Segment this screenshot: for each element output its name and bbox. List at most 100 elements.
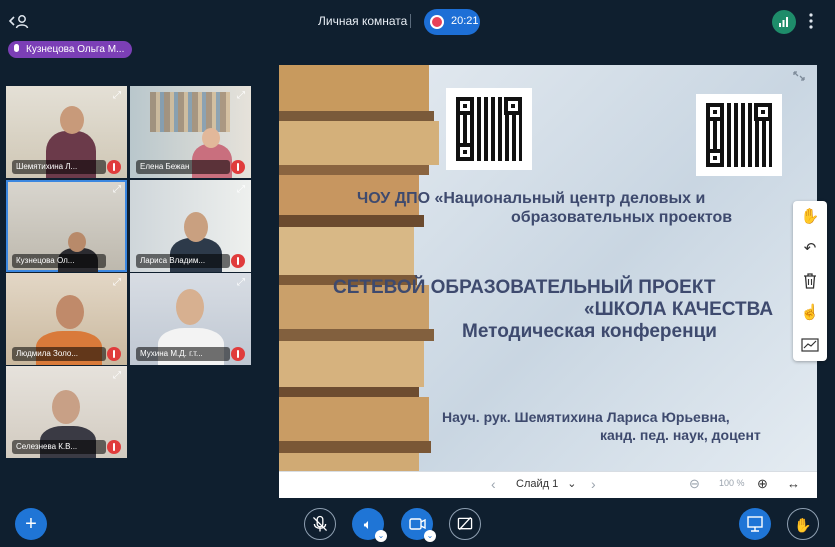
chevron-left-icon: ‹ [491,476,496,492]
qr-code-right [696,94,782,176]
annotation-toolbar: ✋ ↶ ☝ [793,201,827,361]
slide-navigation-bar: ‹ Слайд 1 ⌄ › ⊖ 100 % ⊕ ↔ [279,471,817,498]
expand-icon [793,71,805,81]
undo-button[interactable]: ↶ [793,233,827,265]
pen-line-icon [801,338,819,352]
slide-project-line1: СЕТЕВОЙ ОБРАЗОВАТЕЛЬНЫЙ ПРОЕКТ [333,277,716,298]
pointer-tool-button[interactable]: ☝ [793,297,827,329]
audio-button[interactable]: 🔈︎ ⌄ [352,508,387,542]
participant-tile[interactable]: ⤢ Мухина М.Д. г.т... [130,273,251,365]
mic-off-icon [312,515,328,532]
minus-circle-icon: ⊖ [689,476,700,491]
zoom-in-button[interactable]: ⊕ [757,476,768,492]
expand-icon[interactable]: ⤢ [235,90,247,102]
participant-name: Мухина М.Д. г.т... [136,347,230,361]
participant-face [202,128,220,148]
participant-name: Лариса Владим... [136,254,230,268]
more-vertical-icon [809,13,813,29]
record-icon [430,15,444,29]
participant-name: Елена Бежан [136,160,230,174]
bottom-control-bar: + 🔈︎ ⌄ ⌄ ✋ [0,505,835,547]
pointer-hand-icon: ☝ [800,304,820,321]
connection-quality-button[interactable] [772,10,796,34]
more-menu-button[interactable] [808,12,814,34]
participant-name: Селезнева К.В... [12,440,106,454]
participant-tile[interactable]: ⤢ Елена Бежан [130,86,251,178]
participant-tile[interactable]: ⤢ Кузнецова Ол... [6,180,127,272]
bookshelf-background [150,92,230,132]
slide-author-line2: канд. пед. наук, доцент [600,427,761,443]
mic-muted-icon [107,160,121,174]
participant-tile[interactable]: ⤢ Селезнева К.В... [6,366,127,458]
presentation-button[interactable] [739,508,771,540]
chevron-right-icon: › [591,476,596,492]
participant-tile[interactable]: ⤢ Лариса Владим... [130,180,251,272]
slide-expand-button[interactable] [792,70,806,82]
next-slide-button[interactable]: › [591,476,596,492]
chevron-down-icon[interactable]: ⌄ [375,530,387,542]
user-icon [8,15,29,29]
pan-tool-button[interactable]: ✋ [793,201,827,233]
presentation-icon [747,516,763,532]
participant-face [56,295,84,329]
current-speaker-name: Кузнецова Ольга М... [26,44,125,55]
mic-muted-icon [107,347,121,361]
slide-author-line1: Науч. рук. Шемятихина Лариса Юрьевна, [442,409,730,425]
screen-share-button[interactable] [449,508,481,540]
expand-icon[interactable]: ⤢ [111,370,123,382]
zoom-out-button[interactable]: ⊖ [689,476,700,492]
plus-circle-icon: ⊕ [757,476,768,491]
microphone-button[interactable] [304,508,336,540]
participant-name: Людмила Золо... [12,347,106,361]
mic-muted-icon [231,254,245,268]
room-title: Личная комната [318,14,408,28]
draw-tool-button[interactable] [793,329,827,361]
participant-face [60,106,84,134]
camera-button[interactable]: ⌄ [401,508,436,542]
previous-slide-button[interactable]: ‹ [491,476,496,492]
screen-share-off-icon [457,516,473,531]
hand-icon: ✋ [794,517,812,533]
chevron-down-icon[interactable]: ⌄ [424,530,436,542]
participant-face [68,232,86,252]
slide-org-line1: ЧОУ ДПО «Национальный центр деловых и [357,190,706,207]
slide-project-line2: «ШКОЛА КАЧЕСТВА [584,299,774,320]
signal-icon [779,17,788,27]
fit-width-icon: ↔ [787,476,800,491]
recording-indicator[interactable]: 20:21 [424,9,480,35]
fit-width-button[interactable]: ↔ [787,476,800,491]
qr-code-left [446,88,532,170]
expand-icon[interactable]: ⤢ [235,184,247,196]
clear-button[interactable] [793,265,827,297]
slide-org-line2: образовательных проектов [511,209,733,226]
participant-name: Кузнецова Ол... [12,254,106,268]
participant-face [184,212,208,242]
plus-icon: + [25,513,37,535]
trash-icon [804,273,816,289]
back-participants-button[interactable] [8,12,30,32]
current-speaker-indicator: Кузнецова Ольга М... [8,41,133,58]
expand-icon[interactable]: ⤢ [235,277,247,289]
participant-name: Шемятихина Л... [12,160,106,174]
top-bar: Личная комната 20:21 [0,0,835,44]
hand-icon: ✋ [800,208,820,225]
zoom-level: 100 % [719,478,745,488]
raise-hand-button[interactable]: ✋ [787,508,819,540]
undo-icon: ↶ [803,240,817,257]
mic-muted-icon [107,440,121,454]
recording-time: 20:21 [451,15,479,27]
slide-selector[interactable]: Слайд 1 ⌄ [516,477,577,490]
expand-icon[interactable]: ⤢ [111,184,123,196]
mic-icon [14,44,19,52]
add-action-button[interactable]: + [15,508,47,540]
slide-project-line3: Методическая конференци [462,321,717,342]
expand-icon[interactable]: ⤢ [111,277,123,289]
expand-icon[interactable]: ⤢ [111,90,123,102]
title-separator [410,14,411,28]
participant-face [52,390,80,424]
participant-tile[interactable]: ⤢ Шемятихина Л... [6,86,127,178]
chevron-down-icon: ⌄ [567,478,577,490]
mic-muted-icon [231,160,245,174]
participant-tile[interactable]: ⤢ Людмила Золо... [6,273,127,365]
slide-number-label: Слайд 1 [516,478,559,490]
